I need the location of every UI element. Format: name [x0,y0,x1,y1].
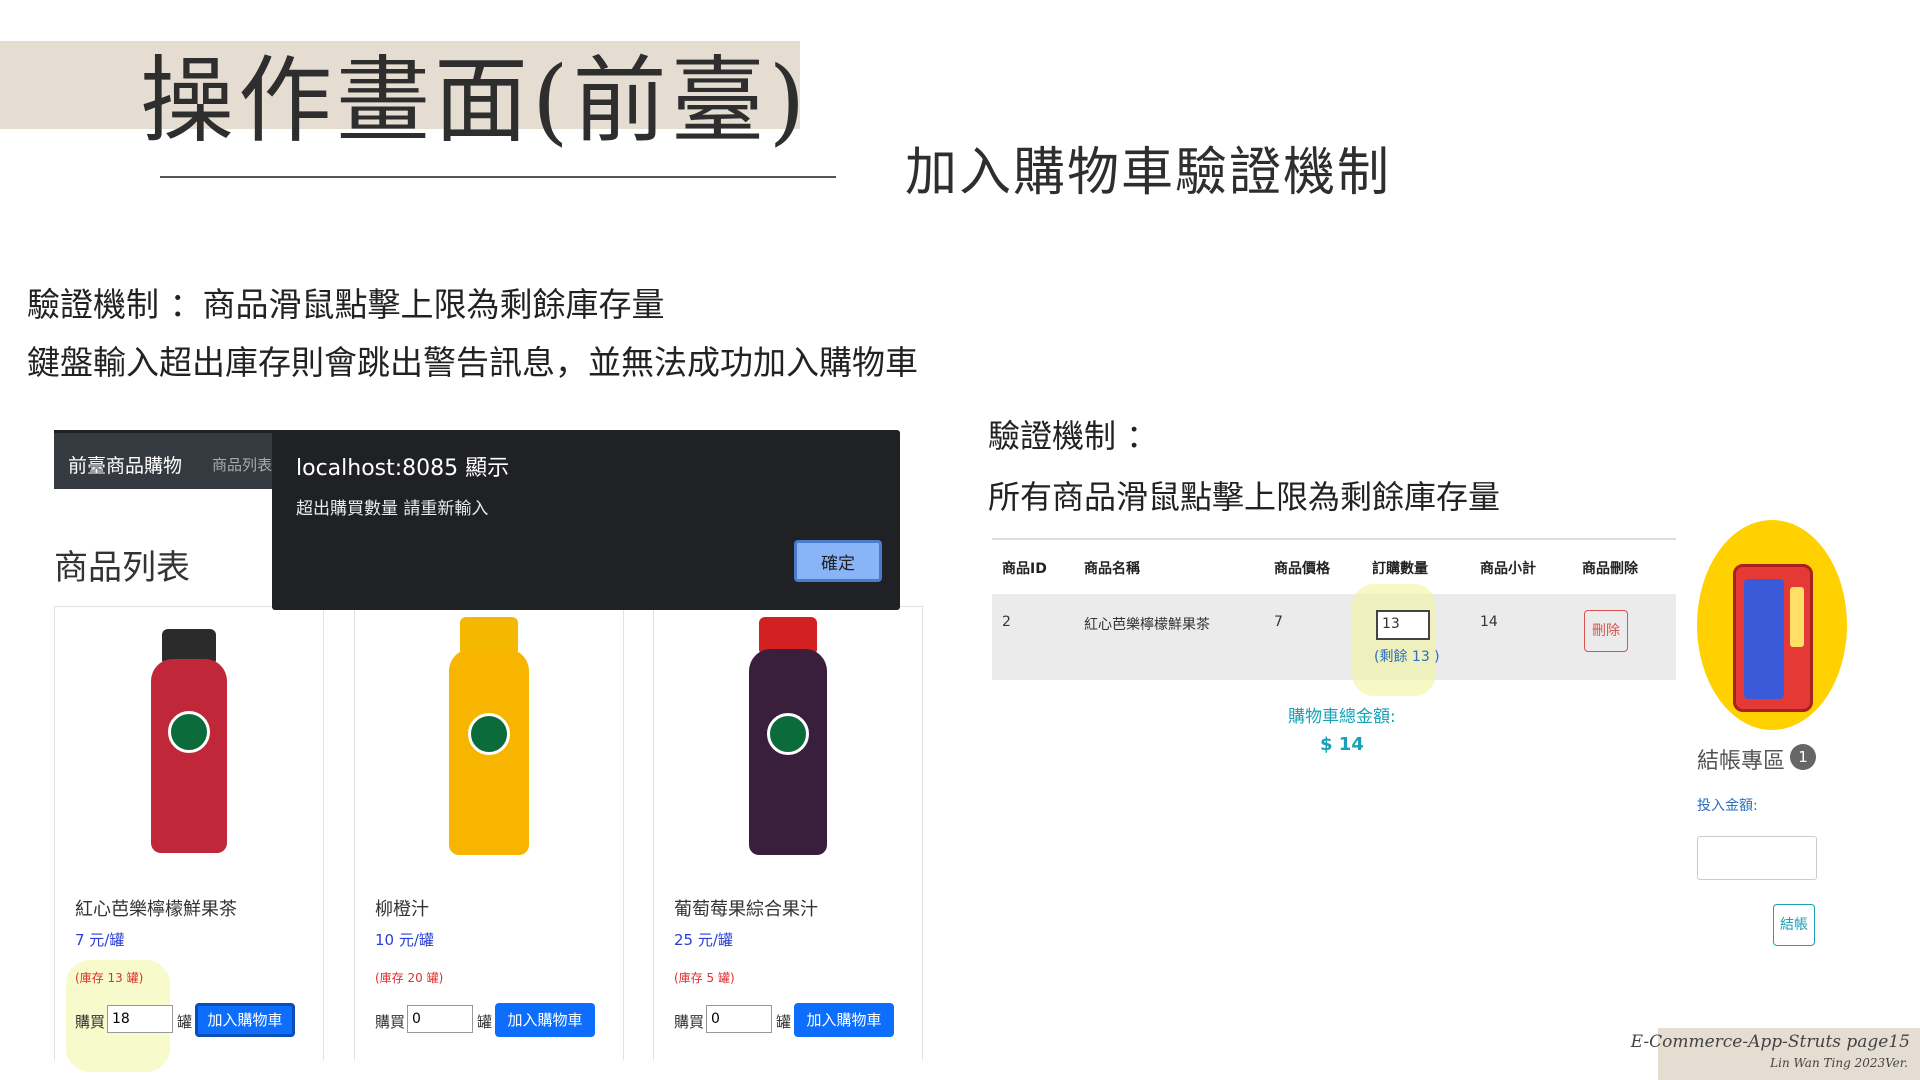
product-name: 葡萄莓果綜合果汁 [674,899,818,920]
cart-screenshot: 商品ID 商品名稱 商品價格 訂購數量 商品小計 商品刪除 2 紅心芭樂檸檬鮮果… [992,538,1676,858]
product-stock: (庫存 5 罐) [674,971,735,985]
unit-label: 罐 [177,1013,193,1031]
nav-link-product-list[interactable]: 商品列表 [212,454,272,475]
product-stock: (庫存 13 罐) [75,971,144,985]
product-image [151,629,227,853]
quantity-stepper[interactable]: 13 [1376,610,1430,640]
product-image [449,617,529,855]
buy-label: 購買 [375,1013,406,1031]
quantity-input[interactable] [107,1005,173,1033]
add-to-cart-button[interactable]: 加入購物車 [495,1003,595,1037]
checkout-title: 結帳專區 [1697,749,1786,774]
page-title: 操作畫面(前臺) [140,47,810,156]
product-card: 柳橙汁 10 元/罐 (庫存 20 罐) 購買 罐 加入購物車 [354,606,624,1060]
product-name: 紅心芭樂檸檬鮮果茶 [75,899,237,920]
vending-panel [1744,579,1784,699]
nav-brand[interactable]: 前臺商品購物 [68,451,182,478]
description-line-1: 驗證機制 ：商品滑鼠點擊上限為剩餘庫存量 [27,285,665,324]
table-border [992,538,1676,540]
payment-amount-input[interactable] [1697,836,1817,880]
product-image [749,617,827,855]
buy-row: 購買 罐 加入購物車 [375,1003,625,1037]
title-divider [160,176,836,178]
buy-label: 購買 [674,1013,705,1031]
delete-button[interactable]: 刪除 [1584,610,1628,652]
product-list-heading: 商品列表 [54,548,190,588]
cell-product-name: 紅心芭樂檸檬鮮果茶 [1084,617,1210,633]
alert-ok-button[interactable]: 確定 [794,540,882,582]
remaining-stock: (剩餘 13 ) [1374,649,1440,665]
unit-label: 罐 [477,1013,493,1031]
cell-subtotal: 14 [1480,614,1498,630]
cell-product-price: 7 [1274,614,1283,630]
quantity-input[interactable] [706,1005,772,1033]
buy-row: 購買 罐 加入購物車 [75,1003,325,1037]
payment-label: 投入金額: [1697,798,1758,814]
description-line-2: 鍵盤輸入超出庫存則會跳出警告訊息，並無法成功加入購物車 [27,343,918,382]
product-price: 10 元/罐 [375,931,434,949]
header-product-id: 商品ID [1002,561,1047,577]
buy-label: 購買 [75,1013,106,1031]
unit-label: 罐 [776,1013,792,1031]
footer-line-1: E-Commerce-App-Struts page15 [1630,1032,1910,1052]
product-name: 柳橙汁 [375,899,429,920]
cart-total-label: 購物車總金額: [1288,707,1396,727]
header-product-price: 商品價格 [1274,561,1330,577]
product-stock: (庫存 20 罐) [375,971,444,985]
cart-total-value: $ 14 [1320,734,1364,755]
quantity-input[interactable] [407,1005,473,1033]
add-to-cart-button[interactable]: 加入購物車 [794,1003,894,1037]
header-order-qty: 訂購數量 [1372,561,1428,577]
table-row: 2 紅心芭樂檸檬鮮果茶 7 14 [992,594,1676,680]
page-subtitle: 加入購物車驗證機制 [905,143,1392,203]
header-delete: 商品刪除 [1582,561,1638,577]
product-card: 紅心芭樂檸檬鮮果茶 7 元/罐 (庫存 13 罐) 購買 罐 加入購物車 [54,606,324,1060]
alert-origin: localhost:8085 顯示 [296,456,510,481]
buy-row: 購買 罐 加入購物車 [674,1003,924,1037]
footer-band: E-Commerce-App-Struts page15 Lin Wan Tin… [1631,1028,1920,1080]
right-description-line-2: 所有商品滑鼠點擊上限為剩餘庫存量 [988,478,1501,516]
checkout-button[interactable]: 結帳 [1773,904,1815,946]
right-description-line-1: 驗證機制 ： [988,417,1159,455]
add-to-cart-button[interactable]: 加入購物車 [195,1003,295,1037]
product-price: 7 元/罐 [75,931,125,949]
header-product-name: 商品名稱 [1084,561,1140,577]
product-list-screenshot: 前臺商品購物 商品列表 商品列表 紅心芭樂檸檬鮮果茶 7 元/罐 (庫存 13 … [48,430,923,1072]
alert-dialog: localhost:8085 顯示 超出購買數量 請重新輸入 確定 [272,430,900,610]
cell-product-id: 2 [1002,614,1011,630]
cart-count-badge: 1 [1790,744,1816,770]
vending-side-panel [1790,587,1804,647]
vending-machine-body [1733,564,1813,712]
header-subtotal: 商品小計 [1480,561,1536,577]
highlight-marker [1352,584,1436,696]
product-price: 25 元/罐 [674,931,733,949]
footer-line-2: Lin Wan Ting 2023Ver. [1770,1056,1908,1070]
product-card: 葡萄莓果綜合果汁 25 元/罐 (庫存 5 罐) 購買 罐 加入購物車 [653,606,923,1060]
alert-message: 超出購買數量 請重新輸入 [296,499,489,519]
